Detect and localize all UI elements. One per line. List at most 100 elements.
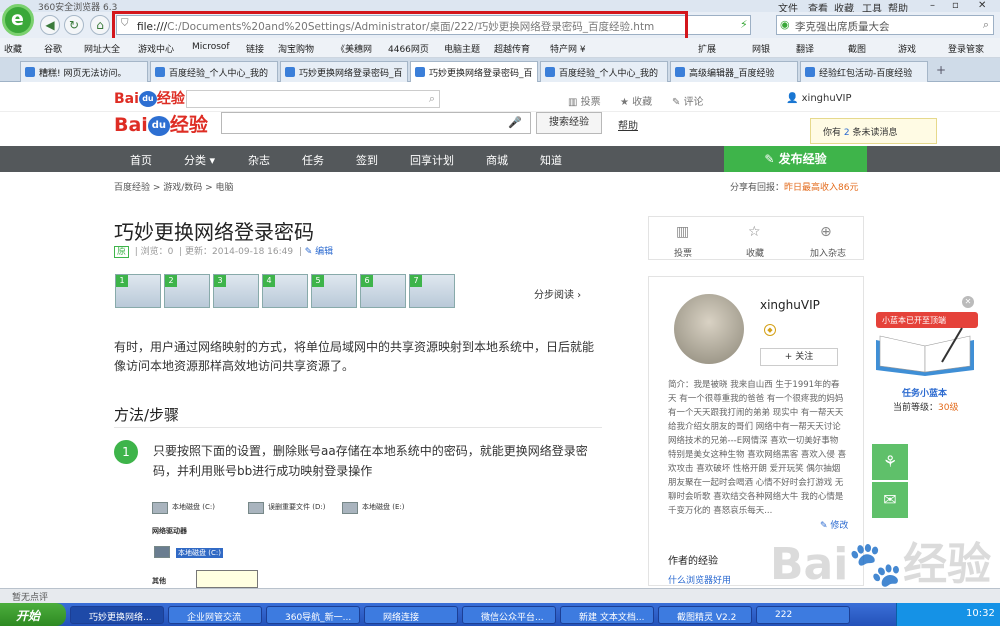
bookmark-games2[interactable]: 游戏 <box>898 42 916 55</box>
nav-category[interactable]: 分类 ▾ <box>184 152 215 168</box>
taskbar-item[interactable]: 微信公众平台... <box>462 606 556 624</box>
site-logo-small[interactable]: Bai du 经验 <box>114 88 185 108</box>
search-engine-icon[interactable]: ◉ <box>780 18 790 31</box>
nav-magazine[interactable]: 杂志 <box>248 152 270 168</box>
drive-icon <box>248 502 264 514</box>
bookmark-hao[interactable]: 网址大全 <box>84 42 120 55</box>
bookmark-translate[interactable]: 翻译 <box>796 42 814 55</box>
bookmark-screenshot[interactable]: 截图 <box>848 42 866 55</box>
share-icon[interactable]: ⚘ <box>872 444 908 480</box>
bookmark-google[interactable]: 谷歌 <box>44 42 62 55</box>
search-icon[interactable]: ⌕ <box>983 18 989 32</box>
minimize-icon[interactable]: – <box>930 0 935 11</box>
tab-user-center-1[interactable]: 百度经验_个人中心_我的 <box>150 61 278 82</box>
site-logo[interactable]: Bai du 经验 <box>114 110 208 137</box>
tab-article-1[interactable]: 巧妙更换网络登录密码_百 <box>280 61 408 82</box>
bookmark-bank[interactable]: 网银 <box>752 42 770 55</box>
favorite-link[interactable]: ★ 收藏 <box>620 93 652 108</box>
vote-icon[interactable]: ▥ <box>676 224 689 240</box>
top-search-input[interactable]: ⌕ <box>186 90 440 108</box>
step-thumbnail[interactable]: 4 <box>262 274 308 308</box>
comment-link[interactable]: ✎ 评论 <box>672 93 704 108</box>
taskbar-item[interactable]: 360导航_新一... <box>266 606 360 624</box>
bookmark-meisui[interactable]: 《美穗网 <box>336 42 372 55</box>
feedback-icon[interactable]: ✉ <box>872 482 908 518</box>
bookmark-techan[interactable]: 特产网 ¥ <box>550 42 586 55</box>
bookmark-links[interactable]: 链接 <box>246 42 264 55</box>
tab-red-envelope[interactable]: 经验红包活动-百度经验 <box>800 61 928 82</box>
microphone-icon[interactable]: 🎤 <box>508 116 522 129</box>
tab-user-center-2[interactable]: 百度经验_个人中心_我的 <box>540 61 668 82</box>
breadcrumb[interactable]: 百度经验 > 游戏/数码 > 电脑 <box>114 180 234 193</box>
close-icon[interactable]: ✕ <box>962 296 974 308</box>
nav-checkin[interactable]: 签到 <box>356 152 378 168</box>
bookmark-favorites[interactable]: 收藏 <box>4 42 22 55</box>
tab-advanced-editor[interactable]: 高级编辑器_百度经验 <box>670 61 798 82</box>
step-thumbnail[interactable]: 3 <box>213 274 259 308</box>
edit-link[interactable]: ✎ 编辑 <box>305 247 333 257</box>
step-thumbnail[interactable]: 6 <box>360 274 406 308</box>
unread-notice[interactable]: 你有 2 条未读消息 <box>810 118 937 144</box>
publish-button[interactable]: ✎ 发布经验 <box>724 146 867 172</box>
bookmark-extensions[interactable]: 扩展 <box>698 42 716 55</box>
refresh-button[interactable]: ↻ <box>64 15 84 35</box>
bookmark-login[interactable]: 登录管家 <box>948 42 984 55</box>
back-button[interactable]: ◀ <box>40 15 60 35</box>
step-thumbnail[interactable]: 2 <box>164 274 210 308</box>
author-experience-heading: 作者的经验 <box>668 556 718 567</box>
bookmark-taobao[interactable]: 淘宝购物 <box>278 42 314 55</box>
lightning-icon[interactable]: ⚡ <box>740 18 748 31</box>
author-name[interactable]: xinghuVIP <box>760 298 820 312</box>
nav-mall[interactable]: 商城 <box>486 152 508 168</box>
add-magazine-label[interactable]: 加入杂志 <box>810 246 846 259</box>
plus-icon[interactable]: ⊕ <box>820 224 832 240</box>
main-search-input[interactable]: 🎤 <box>221 112 531 134</box>
nav-task[interactable]: 任务 <box>302 152 324 168</box>
new-tab-icon[interactable]: + <box>936 63 946 77</box>
author-experience-link[interactable]: 什么浏览器好用 <box>668 573 731 586</box>
article-intro: 有时，用户通过网络映射的方式，将单位局域网中的共享资源映射到本地系统中，日后就能… <box>114 340 595 373</box>
network-drive-icon <box>154 546 170 558</box>
taskbar-item[interactable]: 巧妙更换网络... <box>70 606 164 624</box>
top-username[interactable]: 👤 xinghuVIP <box>786 93 852 104</box>
task-title[interactable]: 任务小蓝本 <box>902 386 947 399</box>
status-text: 暂无点评 <box>12 593 49 603</box>
step-read-link[interactable]: 分步阅读 › <box>534 286 581 301</box>
help-link[interactable]: 帮助 <box>618 117 638 132</box>
nav-home[interactable]: 首页 <box>130 152 152 168</box>
step-thumbnail[interactable]: 7 <box>409 274 455 308</box>
taskbar-item[interactable]: 截图精灵 V2.2 <box>658 606 752 624</box>
browser-search-input[interactable]: ◉ 李克强出席质量大会 ⌕ <box>776 15 994 35</box>
bookmark-games[interactable]: 游戏中心 <box>138 42 174 55</box>
nav-share-plan[interactable]: 回享计划 <box>410 152 454 168</box>
taskbar-item[interactable]: 企业网管交流 <box>168 606 262 624</box>
taskbar-item[interactable]: 网络连接 <box>364 606 458 624</box>
vote-link[interactable]: ▥ 投票 <box>568 93 601 108</box>
maximize-icon[interactable]: ▫ <box>952 0 959 11</box>
home-button[interactable]: ⌂ <box>90 15 110 35</box>
start-button[interactable]: 开始 <box>0 603 66 626</box>
vote-label[interactable]: 投票 <box>674 246 692 259</box>
close-icon[interactable]: ✕ <box>978 0 986 11</box>
follow-button[interactable]: + 关注 <box>760 348 838 366</box>
bookmark-4466[interactable]: 4466网页 <box>388 42 429 55</box>
bookmark-chaoyue[interactable]: 超越传育 <box>494 42 530 55</box>
nav-zhidao[interactable]: 知道 <box>540 152 562 168</box>
step-thumbnail[interactable]: 1 <box>115 274 161 308</box>
step-thumbnail[interactable]: 5 <box>311 274 357 308</box>
favorite-label[interactable]: 收藏 <box>746 246 764 259</box>
clock[interactable]: 10:32 <box>966 608 995 619</box>
tab-page-error[interactable]: 糟糕! 网页无法访问。 <box>20 61 148 82</box>
taskbar-item[interactable]: 222 <box>756 606 850 624</box>
open-book-icon <box>876 327 974 376</box>
search-experience-button[interactable]: 搜索经验 <box>536 112 602 134</box>
avatar[interactable] <box>674 294 744 364</box>
browser-logo-icon: e <box>2 4 34 36</box>
search-icon[interactable]: ⌕ <box>429 92 435 106</box>
star-icon[interactable]: ☆ <box>748 224 761 240</box>
tab-article-active[interactable]: 巧妙更换网络登录密码_百 <box>410 61 538 82</box>
drive-label: 误删重要文件 (D:) <box>268 503 326 511</box>
bookmark-microsoft[interactable]: Microsof <box>192 42 230 52</box>
bookmark-theme[interactable]: 电脑主题 <box>444 42 480 55</box>
taskbar-item[interactable]: 新建 文本文档... <box>560 606 654 624</box>
